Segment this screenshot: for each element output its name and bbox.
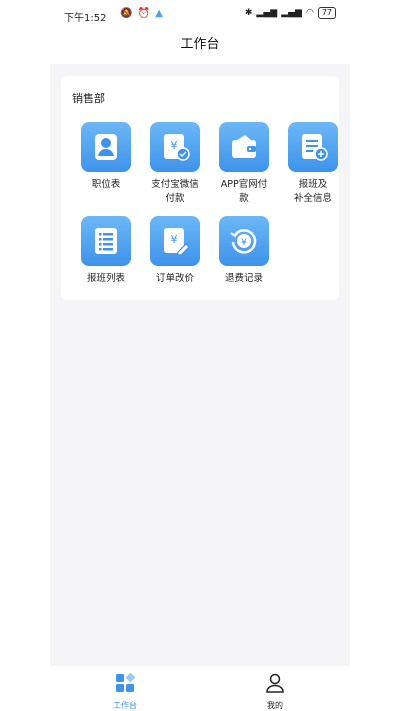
status-bar: 下午1:52 🔕 ⏰ ▲ ✱ ▂▄▆ ▂▄▆ ◠ 77 bbox=[50, 0, 350, 30]
tab-label: 我的 bbox=[267, 701, 283, 710]
tab-mine[interactable]: 我的 bbox=[245, 672, 305, 711]
grid-item-position-table[interactable]: 职位表 bbox=[71, 122, 141, 192]
grid-item-app-website-payment[interactable]: APP官网付款 bbox=[209, 122, 279, 206]
signal-icon: ▂▄▆ bbox=[256, 8, 278, 18]
grid-item-label: APP官网付款 bbox=[220, 179, 268, 204]
add-document-icon bbox=[302, 134, 328, 161]
grid-item-label: 报班列表 bbox=[86, 273, 125, 284]
wifi-icon: ◠ bbox=[305, 8, 314, 18]
list-icon bbox=[95, 228, 117, 254]
bottom-tab-bar: 工作台 我的 bbox=[50, 666, 350, 711]
svg-text:¥: ¥ bbox=[171, 233, 178, 246]
grid-item-label: 支付宝微信 付款 bbox=[151, 179, 199, 204]
grid-item-refund-records[interactable]: ¥ 退费记录 bbox=[209, 216, 279, 286]
sales-section-card: 销售部 职位表 ¥ 支付宝微信 付款 APP官网付 款 报班及 补全信息 报班列… bbox=[61, 76, 339, 300]
edit-price-icon: ¥ bbox=[164, 228, 190, 256]
grid-item-label: 订单改价 bbox=[155, 273, 194, 284]
grid-item-alipay-wechat-payment[interactable]: ¥ 支付宝微信 付款 bbox=[140, 122, 210, 206]
notification-icon: ▲ bbox=[155, 8, 164, 19]
page-title: 工作台 bbox=[50, 30, 350, 64]
tab-label: 工作台 bbox=[113, 701, 137, 710]
profile-icon bbox=[266, 673, 284, 693]
mute-icon: 🔕 bbox=[120, 8, 134, 19]
person-icon bbox=[95, 134, 117, 160]
grid-item-label: 职位表 bbox=[91, 179, 121, 190]
payment-icon: ¥ bbox=[164, 134, 190, 161]
alarm-icon: ⏰ bbox=[137, 8, 152, 19]
svg-text:¥: ¥ bbox=[171, 139, 178, 152]
grid-item-enroll-list[interactable]: 报班列表 bbox=[71, 216, 141, 286]
grid-item-label: 报班及 补全信息 bbox=[293, 179, 332, 204]
grid-item-label: 退费记录 bbox=[224, 273, 263, 284]
app-screen: 下午1:52 🔕 ⏰ ▲ ✱ ▂▄▆ ▂▄▆ ◠ 77 工作台 销售部 职位表 … bbox=[50, 0, 350, 711]
tab-workbench[interactable]: 工作台 bbox=[95, 672, 155, 711]
wallet-icon bbox=[232, 135, 256, 158]
grid-item-order-price-change[interactable]: ¥ 订单改价 bbox=[140, 216, 210, 286]
signal-icon: ▂▄▆ bbox=[281, 8, 302, 18]
workbench-icon bbox=[116, 672, 136, 692]
status-time: 下午1:52 bbox=[64, 13, 107, 24]
bluetooth-icon: ✱ bbox=[244, 8, 253, 18]
refund-icon: ¥ bbox=[230, 229, 257, 254]
grid-item-enroll-complete-info[interactable]: 报班及 补全信息 bbox=[278, 122, 348, 206]
battery-indicator: 77 bbox=[317, 7, 336, 19]
section-title: 销售部 bbox=[72, 92, 105, 105]
svg-text:¥: ¥ bbox=[241, 238, 247, 248]
